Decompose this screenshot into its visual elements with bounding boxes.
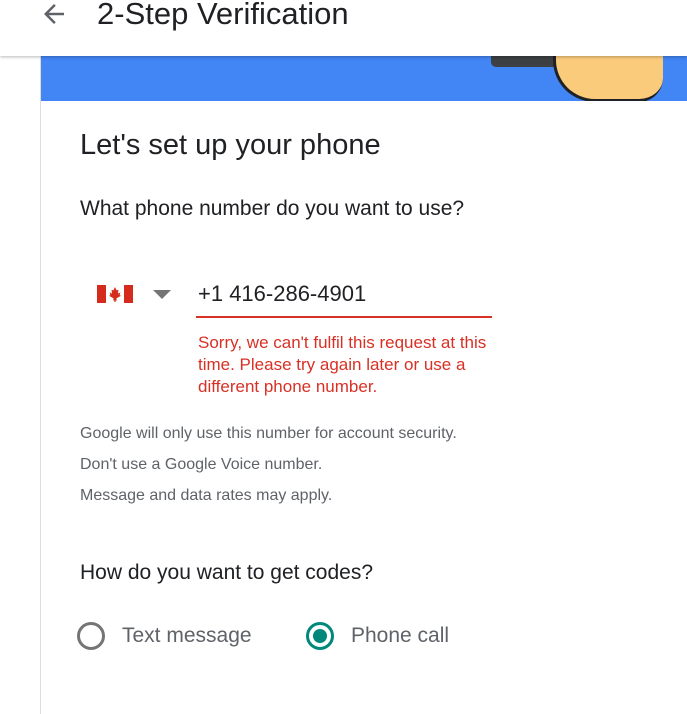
setup-heading: Let's set up your phone xyxy=(80,129,381,161)
page-title: 2-Step Verification xyxy=(97,0,349,31)
canada-flag-icon xyxy=(97,285,133,303)
radio-selected-dot xyxy=(313,629,327,643)
setup-card: Let's set up your phone What phone numbe… xyxy=(40,56,687,714)
text-message-option[interactable]: Text message xyxy=(77,618,252,654)
back-button[interactable] xyxy=(26,0,82,42)
phone-call-label: Phone call xyxy=(351,624,450,647)
app-bar: 2-Step Verification xyxy=(0,0,687,56)
info-line: Google will only use this number for acc… xyxy=(80,425,457,442)
codes-question: How do you want to get codes? xyxy=(80,561,374,584)
phone-call-option[interactable]: Phone call xyxy=(306,618,449,654)
country-code-select[interactable] xyxy=(95,281,181,311)
phone-call-radio[interactable] xyxy=(306,622,334,650)
phone-question: What phone number do you want to use? xyxy=(80,197,465,220)
phone-usage-info: Google will only use this number for acc… xyxy=(80,418,640,511)
hand-illustration xyxy=(553,56,663,101)
text-message-radio[interactable] xyxy=(77,622,105,650)
dropdown-caret-icon xyxy=(153,290,171,299)
phone-error-message: Sorry, we can't fulfil this request at t… xyxy=(198,333,487,396)
info-line: Don't use a Google Voice number. xyxy=(80,456,323,473)
text-message-label: Text message xyxy=(122,624,252,647)
illustration-banner xyxy=(41,56,687,101)
arrow-back-icon xyxy=(44,4,64,24)
phone-number-input[interactable] xyxy=(196,278,492,318)
info-line: Message and data rates may apply. xyxy=(80,487,333,504)
page: 2-Step Verification Let's set up your ph… xyxy=(0,0,687,714)
